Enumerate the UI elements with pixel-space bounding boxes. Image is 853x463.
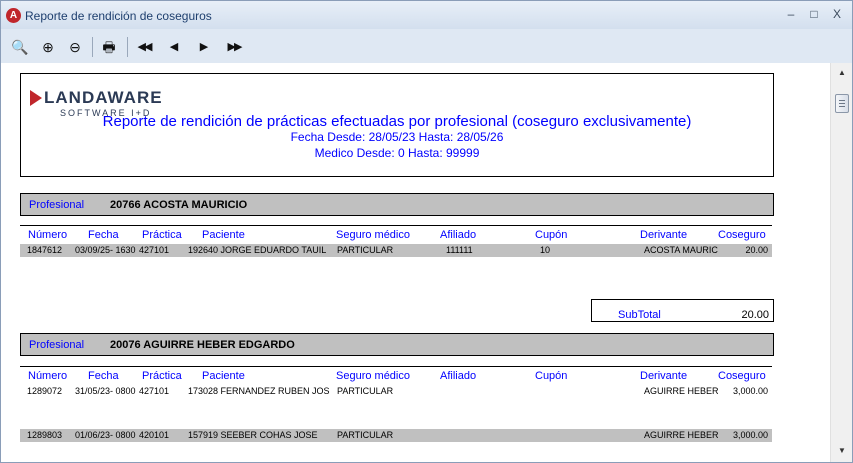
cell-practica: 427101: [139, 386, 170, 396]
grip-icon: [839, 106, 845, 107]
cell-coseguro: 3,000.00: [732, 386, 768, 396]
last-page-icon[interactable]: ▶▶: [223, 36, 245, 58]
subtotal-label: SubTotal: [618, 309, 661, 321]
col-seguro: Seguro médico: [336, 370, 410, 382]
col-coseguro: Coseguro: [718, 229, 766, 241]
col-practica: Práctica: [142, 229, 182, 241]
cell-coseguro: 3,000.00: [732, 430, 768, 440]
col-fecha: Fecha: [88, 229, 119, 241]
logo-mark-icon: [30, 90, 42, 106]
cell-fecha: 03/09/25- 1630: [75, 245, 136, 255]
toolbar-separator: [92, 37, 93, 57]
col-paciente: Paciente: [202, 370, 245, 382]
title-bar: A Reporte de rendición de coseguros – □ …: [1, 1, 852, 29]
print-icon[interactable]: 🖶: [98, 36, 120, 58]
app-logo-icon: A: [6, 8, 21, 23]
first-page-icon[interactable]: ◀◀: [133, 36, 155, 58]
col-numero: Número: [28, 229, 68, 241]
preview-icon[interactable]: 🔍: [9, 36, 31, 58]
cell-practica: 427101: [139, 245, 170, 255]
table-row: 1289072 31/05/23- 0800 427101 173028 FER…: [20, 385, 772, 398]
window-title: Reporte de rendición de coseguros: [25, 9, 212, 23]
close-button[interactable]: X: [826, 6, 848, 22]
grip-icon: [839, 103, 845, 104]
logo-name: LANDAWARE: [44, 88, 163, 107]
cell-derivante: AGUIRRE HEBER: [644, 430, 719, 440]
column-header: Número Fecha Práctica Paciente Seguro mé…: [20, 225, 772, 242]
cell-paciente: 157919 SEEBER COHAS JOSE: [188, 430, 318, 440]
scroll-down-icon[interactable]: ▼: [831, 443, 852, 459]
cell-numero: 1847612: [27, 245, 63, 255]
next-page-icon[interactable]: ▶: [193, 36, 215, 58]
date-range: Fecha Desde: 28/05/23 Hasta: 28/05/26: [290, 130, 504, 144]
profesional-label: Profesional: [29, 199, 85, 211]
col-practica: Práctica: [142, 370, 182, 382]
profesional-name: 20766 ACOSTA MAURICIO: [110, 199, 248, 211]
vertical-scrollbar[interactable]: ▲ ▼: [830, 63, 852, 462]
report-header: LANDAWARE SOFTWARE I+D Reporte de rendic…: [20, 73, 774, 177]
col-derivante: Derivante: [640, 229, 688, 241]
report-page: LANDAWARE SOFTWARE I+D Reporte de rendic…: [1, 63, 830, 462]
report-title: Reporte de rendición de prácticas efectu…: [102, 113, 692, 130]
cell-cupon: 10: [540, 245, 551, 255]
prev-page-icon[interactable]: ◀: [163, 36, 185, 58]
cell-coseguro: 20.00: [745, 245, 768, 255]
subtotal-value: 20.00: [741, 309, 769, 321]
maximize-button[interactable]: □: [803, 6, 825, 22]
col-cupon: Cupón: [535, 229, 568, 241]
cell-seguro: PARTICULAR: [337, 386, 394, 396]
cell-paciente: 192640 JORGE EDUARDO TAUIL: [188, 245, 327, 255]
subtotal-box: SubTotal 20.00: [591, 299, 774, 322]
profesional-bar: Profesional 20076 AGUIRRE HEBER EDGARDO: [20, 333, 774, 356]
profesional-label: Profesional: [29, 339, 85, 351]
col-coseguro: Coseguro: [718, 370, 766, 382]
cell-numero: 1289072: [27, 386, 63, 396]
report-window: A Reporte de rendición de coseguros – □ …: [0, 0, 853, 463]
cell-practica: 420101: [139, 430, 170, 440]
toolbar: 🔍 ⊕ ⊖ 🖶 ◀◀ ◀ ▶ ▶▶: [1, 29, 852, 63]
minimize-button[interactable]: –: [780, 6, 802, 22]
toolbar-separator: [127, 37, 128, 57]
col-cupon: Cupón: [535, 370, 568, 382]
medico-range: Medico Desde: 0 Hasta: 99999: [314, 146, 480, 160]
col-paciente: Paciente: [202, 229, 245, 241]
profesional-name: 20076 AGUIRRE HEBER EDGARDO: [110, 339, 295, 351]
col-derivante: Derivante: [640, 370, 688, 382]
zoom-in-icon[interactable]: ⊕: [37, 36, 59, 58]
col-numero: Número: [28, 370, 68, 382]
col-afiliado: Afiliado: [440, 370, 477, 382]
col-seguro: Seguro médico: [336, 229, 410, 241]
profesional-bar: Profesional 20766 ACOSTA MAURICIO: [20, 193, 774, 216]
zoom-out-icon[interactable]: ⊖: [64, 36, 86, 58]
table-row: 1847612 03/09/25- 1630 427101 192640 JOR…: [20, 244, 772, 257]
cell-seguro: PARTICULAR: [337, 245, 394, 255]
cell-derivante: ACOSTA MAURIC: [644, 245, 718, 255]
grip-icon: [839, 100, 845, 101]
cell-derivante: AGUIRRE HEBER: [644, 386, 719, 396]
cell-afiliado: 111111: [446, 245, 473, 255]
col-fecha: Fecha: [88, 370, 119, 382]
table-row: 1289803 01/06/23- 0800 420101 157919 SEE…: [20, 429, 772, 442]
cell-seguro: PARTICULAR: [337, 430, 394, 440]
cell-fecha: 01/06/23- 0800: [75, 430, 136, 440]
cell-numero: 1289803: [27, 430, 63, 440]
cell-fecha: 31/05/23- 0800: [75, 386, 136, 396]
column-header: Número Fecha Práctica Paciente Seguro mé…: [20, 366, 772, 383]
col-afiliado: Afiliado: [440, 229, 477, 241]
scroll-thumb[interactable]: [835, 94, 849, 113]
cell-paciente: 173028 FERNANDEZ RUBEN JOS: [188, 386, 330, 396]
scroll-up-icon[interactable]: ▲: [831, 65, 852, 81]
